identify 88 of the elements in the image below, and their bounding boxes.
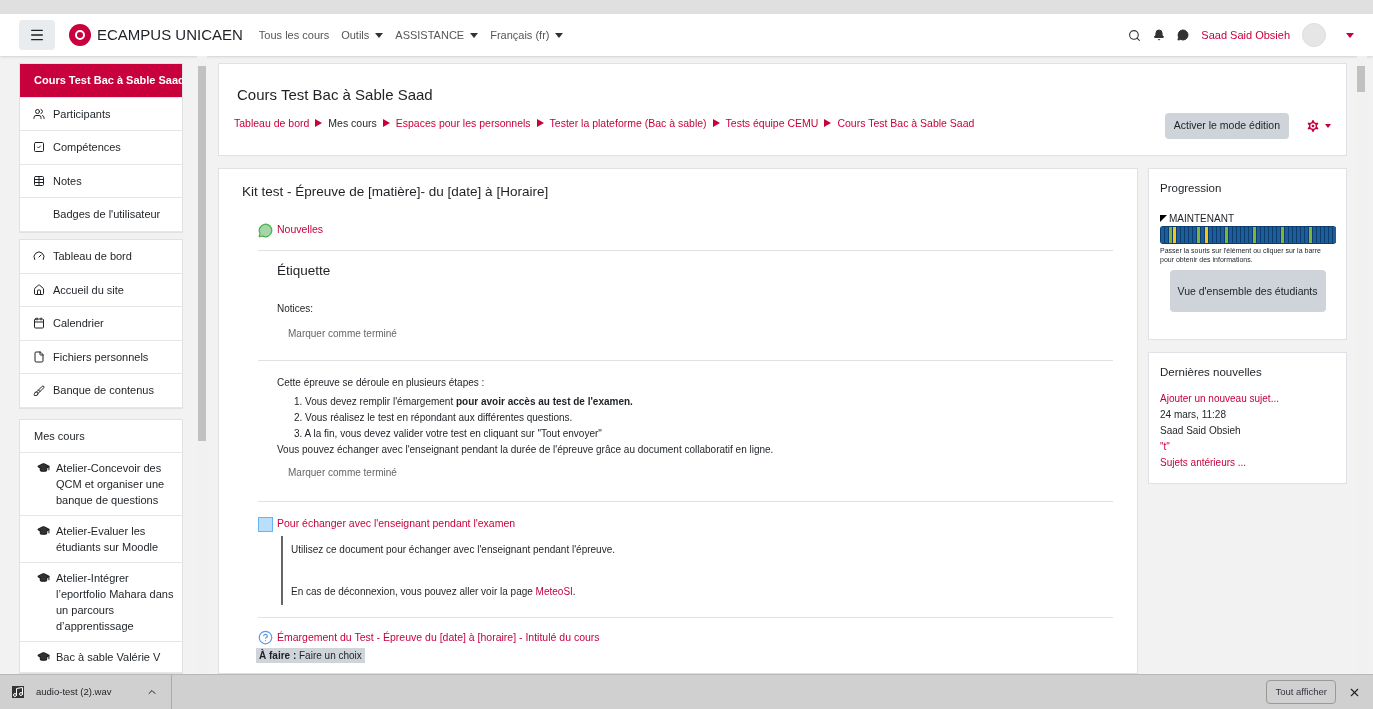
sidebar-item[interactable]: Calendrier (20, 307, 182, 341)
bell-icon[interactable] (1153, 29, 1166, 41)
menu-item-icon (33, 351, 45, 364)
sidebar-item[interactable]: Compétences (20, 131, 182, 165)
caret-icon (470, 32, 479, 38)
breadcrumb-link[interactable]: Espaces pour les personnels (395, 115, 531, 132)
block-title: Progression (1160, 181, 1223, 196)
nav-link[interactable]: ASSISTANCE (395, 26, 479, 44)
breadcrumb-item: Mes cours (328, 115, 377, 131)
step-text: 1. Vous devez remplir l'émargement pour avoir accès au test de l'examen. (294, 395, 634, 410)
course-item[interactable]: Atelier-Concevoir des QCM et organiser une banque de questions (20, 452, 182, 516)
breadcrumb-link[interactable]: Tests équipe CEMU (725, 115, 819, 132)
news-author: Saad Said Obsieh (1160, 424, 1242, 438)
mark-complete-link[interactable]: Marquer comme terminé (288, 465, 1113, 482)
caret-icon (555, 32, 564, 38)
settings-menu-button[interactable] (1305, 118, 1331, 134)
description-text: Utilisez ce document pour échanger avec l'enseignant pendant l'épreuve. (291, 543, 617, 557)
menu-item-icon (33, 384, 45, 397)
menu-item-icon (33, 250, 45, 263)
overview-button[interactable]: Vue d'ensemble des étudiants (1169, 270, 1326, 313)
meteosi-link[interactable]: MeteoSI (535, 586, 573, 597)
forum-icon (258, 222, 273, 238)
edit-mode-button[interactable]: Activer le mode édition (1164, 113, 1289, 139)
graduation-cap-icon (37, 649, 50, 663)
file-icon (12, 686, 24, 698)
label-text: Vous pouvez échanger avec l'enseignant pendant la durée de l'épreuve grâce au document collaboratif en ligne. (277, 443, 775, 458)
label-text: Cette épreuve se déroule en plusieurs étapes : (277, 376, 486, 391)
arrow-icon (315, 119, 323, 128)
graduation-cap-icon (37, 570, 50, 584)
menu-item-icon (33, 175, 45, 188)
sidebar-item[interactable]: Badges de l'utilisateur (20, 198, 182, 232)
arrow-icon (382, 119, 390, 128)
nav-link[interactable]: Tous les cours (258, 26, 330, 44)
course-item[interactable]: Atelier-Evaluer les étudiants sur Moodle (20, 515, 182, 563)
chat-icon[interactable] (1177, 29, 1190, 41)
page-title: Cours Test Bac à Sable Saad (237, 85, 434, 105)
add-topic-link[interactable]: Ajouter un nouveau sujet... (1160, 391, 1335, 407)
arrow-icon (712, 119, 720, 128)
graduation-cap-icon (37, 523, 50, 537)
news-date: 24 mars, 11:28 (1160, 408, 1227, 422)
activity-link[interactable]: Pour échanger avec l'enseignant pendant l'examen (277, 516, 516, 532)
block-title: Dernières nouvelles (1160, 365, 1263, 380)
activity-link[interactable]: Émargement du Test - Épreuve du [date] à [horaire] - Intitulé du cours (277, 630, 600, 646)
sidebar-item[interactable]: Accueil du site (20, 273, 182, 308)
activity-link[interactable]: Nouvelles (277, 222, 324, 238)
caret-icon (375, 32, 384, 38)
course-item[interactable]: Atelier-Intégrer l’eportfolio Mahara dans un parcours d’apprentissage (20, 562, 182, 642)
step-text: 3. A la fin, vous devez valider votre test en cliquant sur "Tout envoyer" (294, 427, 603, 442)
news-post-link[interactable]: "t" (1160, 439, 1335, 455)
show-all-button[interactable]: Tout afficher (1266, 680, 1336, 704)
user-name[interactable]: Saad Said Obsieh (1201, 26, 1290, 44)
document-icon (258, 516, 273, 532)
breadcrumb-link[interactable]: Tableau de bord (234, 115, 310, 132)
caret-icon[interactable] (1346, 32, 1354, 38)
arrow-icon (536, 119, 544, 128)
label-heading: Étiquette (277, 262, 332, 280)
section-title: Kit test - Épreuve de [matière]- du [date] à [Horaire] (242, 183, 550, 201)
progress-bar-drawing[interactable] (1160, 226, 1336, 245)
question-icon (258, 630, 273, 646)
description-text: En cas de déconnexion, vous pouvez aller voir la page MeteoSI. (291, 585, 577, 599)
label-text: Notices: (277, 302, 315, 317)
sidebar-item[interactable]: Tableau de bord (20, 239, 182, 274)
menu-item-icon (33, 107, 45, 120)
course-item[interactable]: Bac à sable Valérie V (20, 641, 182, 673)
step-text: 2. Vous réalisez le test en répondant aux différentes questions. (294, 411, 574, 426)
panel-title: Mes cours (20, 419, 182, 453)
todo-badge: À faire : Faire un choix (256, 647, 365, 663)
sidebar-item[interactable]: Participants (20, 97, 182, 132)
breadcrumb-link[interactable]: Cours Test Bac à Sable Saad (837, 115, 975, 132)
nav-link[interactable]: Français (fr) (490, 26, 564, 44)
arrow-icon (824, 119, 832, 128)
logo-icon (69, 24, 91, 46)
brand-name[interactable]: ECAMPUS UNICAEN (97, 23, 243, 47)
mark-complete-link[interactable]: Marquer comme terminé (288, 326, 1113, 342)
menu-button[interactable] (19, 20, 55, 50)
sidebar-item[interactable]: Fichiers personnels (20, 340, 182, 375)
graduation-cap-icon (37, 460, 50, 474)
breadcrumb-link[interactable]: Tester la plateforme (Bac à sable) (549, 115, 707, 132)
sidebar-item[interactable]: Notes (20, 164, 182, 199)
sidebar-item[interactable]: Banque de contenus (20, 374, 182, 408)
menu-item-icon (33, 283, 45, 296)
menu-item-icon (33, 141, 45, 154)
search-icon[interactable] (1128, 28, 1142, 42)
menu-item-icon (33, 317, 45, 330)
download-file-name[interactable]: audio-test (2).wav (36, 684, 112, 700)
older-topics-link[interactable]: Sujets antérieurs ... (1160, 455, 1335, 471)
menu-icon (29, 27, 45, 43)
nav-link[interactable]: Outils (341, 26, 384, 44)
